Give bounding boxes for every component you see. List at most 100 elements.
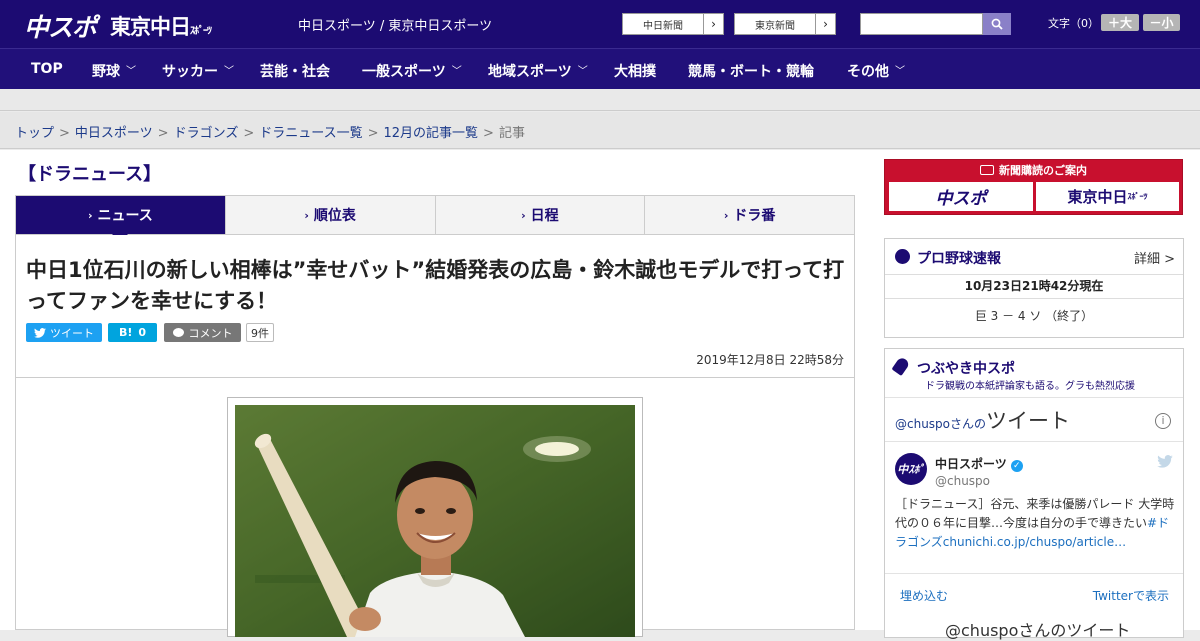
speech-bubble-icon — [172, 328, 184, 337]
nav-label: 大相撲 — [614, 64, 656, 80]
nav-item-regional-sports[interactable]: 地域スポーツ ﹀ — [488, 61, 588, 81]
twitter-heading-big: ツイート — [986, 409, 1071, 433]
tab-label: ニュース — [97, 208, 153, 224]
twitter-panel-subtitle: ドラ観戦の本紙評論家も語る。グラも熱烈応援 — [925, 381, 1135, 392]
scores-detail-link[interactable]: 詳細 > — [1134, 248, 1175, 267]
nav-label: TOP — [31, 61, 63, 77]
font-smaller-button[interactable]: －小 — [1143, 14, 1180, 31]
twitter-panel-title: つぶやき中スポ — [917, 361, 1015, 377]
twitter-bird-icon[interactable] — [1157, 455, 1173, 468]
hatena-count: 0 — [138, 326, 147, 339]
nav-label: 芸能・社会 — [260, 64, 330, 80]
baseball-icon — [895, 249, 910, 264]
divider — [16, 377, 854, 378]
breadcrumb-separator: > — [483, 126, 494, 141]
article-headline: 中日1位石川の新しい相棒は”幸せバット”結婚発表の広島・鈴木誠也モデルで打って打… — [26, 258, 845, 313]
breadcrumb-bar: トップ > 中日スポーツ > ドラゴンズ > ドラニュース一覧 >12月の記事一覧 > 記事 — [0, 112, 1200, 149]
section-tabs: › ニュース › 順位表 › 日程 › ドラ番 — [15, 195, 855, 242]
nav-item-sumo[interactable]: 大相撲 — [614, 61, 656, 81]
tab-dora-ban[interactable]: › ドラ番 — [645, 196, 854, 234]
chevron-right-icon: › — [87, 208, 93, 222]
scores-as-of: 10月23日21時42分現在 — [885, 275, 1183, 299]
tab-standings[interactable]: › 順位表 — [226, 196, 436, 234]
chuspo-logo[interactable]: 中スポ — [24, 8, 97, 44]
tab-schedule[interactable]: › 日程 — [436, 196, 646, 234]
breadcrumb-chunichi-sports[interactable]: 中日スポーツ — [75, 126, 153, 141]
search-button[interactable] — [983, 13, 1011, 35]
search-icon — [991, 18, 1003, 30]
breadcrumb-separator: > — [243, 126, 255, 141]
chevron-right-icon: › — [723, 208, 729, 222]
main-nav: TOP 野球 ﹀ サッカー ﹀ 芸能・社会 一般スポーツ ﹀ 地域スポーツ ﹀ 大相撲 … — [0, 48, 1200, 89]
tweet-account-user[interactable]: @chuspo — [935, 474, 990, 488]
ad-chuspo-logo: 中スポ — [889, 182, 1033, 211]
article-photo[interactable] — [235, 405, 635, 637]
tab-news[interactable]: › ニュース — [16, 196, 226, 242]
more-tweets-link[interactable]: @chuspoさんのツイート — [945, 617, 1130, 641]
nav-label: 一般スポーツ — [362, 64, 446, 80]
font-larger-button[interactable]: ＋大 — [1101, 14, 1139, 31]
comment-button[interactable]: コメント — [164, 323, 241, 342]
tab-label: 順位表 — [313, 208, 356, 224]
nav-label: 競馬・ボート・競輪 — [688, 64, 814, 80]
twitter-handle-prefix: @chuspoさんの — [895, 417, 987, 431]
nav-item-soccer[interactable]: サッカー ﹀ — [162, 61, 234, 81]
comment-label: コメント — [188, 326, 233, 340]
ad-strip — [0, 89, 1200, 111]
breadcrumb-top[interactable]: トップ — [15, 126, 54, 141]
verified-badge-icon: ✓ — [1010, 460, 1023, 472]
twitter-timeline-heading[interactable]: @chuspoさんのツイート — [895, 405, 1070, 435]
nav-item-racing[interactable]: 競馬・ボート・競輪 — [688, 61, 814, 81]
avatar[interactable]: 中ｽﾎﾟ — [895, 453, 927, 485]
tab-label: 日程 — [530, 208, 559, 224]
subscription-title-text: 新聞購読のご案内 — [999, 164, 1087, 177]
nav-item-entertainment[interactable]: 芸能・社会 — [260, 61, 330, 81]
breadcrumb-separator: > — [157, 126, 169, 141]
subscription-banner[interactable]: 新聞購読のご案内 中スポ 東京中日 ｽﾎﾟｰﾂ — [884, 159, 1183, 215]
ad-tokyo-chunichi-small: ｽﾎﾟｰﾂ — [1127, 192, 1148, 201]
nav-item-general-sports[interactable]: 一般スポーツ ﹀ — [362, 61, 462, 81]
divider — [885, 441, 1183, 442]
chunichi-shimbun-label: 中日新聞 — [643, 20, 683, 32]
font-size-label: 文字（0） — [1048, 17, 1099, 30]
article-photo-frame — [227, 397, 643, 637]
nav-item-top[interactable]: TOP — [31, 61, 63, 77]
tokyo-shimbun-button[interactable]: 東京新聞 › — [734, 13, 836, 35]
breadcrumb-dragons[interactable]: ドラゴンズ — [174, 126, 239, 141]
chevron-down-icon: ﹀ — [577, 66, 588, 77]
nav-item-other[interactable]: その他 ﹀ — [847, 61, 905, 81]
tokyo-shimbun-label: 東京新聞 — [755, 20, 795, 32]
chunichi-shimbun-button[interactable]: 中日新聞 › — [622, 13, 724, 35]
top-header: 中スポ 東京中日ｽﾎﾟｰﾂ 中日スポーツ / 東京中日スポーツ 中日新聞 › 東… — [0, 0, 1200, 48]
breadcrumb-separator: > — [367, 126, 379, 141]
scores-title: プロ野球速報 — [917, 251, 1001, 267]
tweet-button[interactable]: ツイート — [26, 323, 102, 342]
view-on-twitter-link[interactable]: Twitterで表示 — [1093, 587, 1169, 604]
breadcrumb: トップ > 中日スポーツ > ドラゴンズ > ドラニュース一覧 >12月の記事一覧 > 記事 — [15, 122, 525, 141]
tweet-text: ［ドラニュース］谷元、来季は優勝パレード 大学時代の０６年に目撃…今度は自分の手… — [895, 495, 1175, 552]
chevron-right-icon: › — [304, 208, 309, 222]
site-links[interactable]: 中日スポーツ / 東京中日スポーツ — [298, 15, 492, 34]
nav-item-baseball[interactable]: 野球 ﹀ — [92, 61, 136, 81]
baseball-scores-panel: プロ野球速報 詳細 > 10月23日21時42分現在 巨 3 － 4 ソ （終了… — [884, 238, 1184, 338]
nav-label: 野球 — [92, 64, 120, 80]
breadcrumb-current: 記事 — [498, 126, 525, 141]
breadcrumb-dra-news-list[interactable]: ドラニュース一覧 — [259, 126, 362, 141]
tokyo-chunichi-logo[interactable]: 東京中日ｽﾎﾟｰﾂ — [110, 11, 212, 41]
account-name-text: 中日スポーツ — [935, 457, 1007, 471]
breadcrumb-december-list[interactable]: 12月の記事一覧 — [384, 126, 479, 141]
chevron-down-icon: ﹀ — [224, 66, 234, 77]
nav-label: 地域スポーツ — [488, 64, 572, 80]
hatena-icon: B! — [118, 326, 133, 339]
article-date: 2019年12月8日 22時58分 — [696, 353, 844, 367]
breadcrumb-separator: > — [59, 126, 70, 141]
comment-count-badge[interactable]: 9件 — [246, 323, 274, 342]
hatena-bookmark-button[interactable]: B! 0 — [108, 323, 157, 342]
search-input[interactable] — [860, 13, 983, 35]
section-title: 【ドラニュース】 — [18, 164, 162, 185]
info-icon[interactable]: i — [1155, 413, 1171, 429]
twitter-bird-icon — [34, 327, 46, 338]
tweet-account-name[interactable]: 中日スポーツ ✓ — [935, 455, 1023, 472]
score-result[interactable]: 巨 3 － 4 ソ （終了） — [885, 307, 1183, 324]
embed-link[interactable]: 埋め込む — [900, 587, 948, 604]
